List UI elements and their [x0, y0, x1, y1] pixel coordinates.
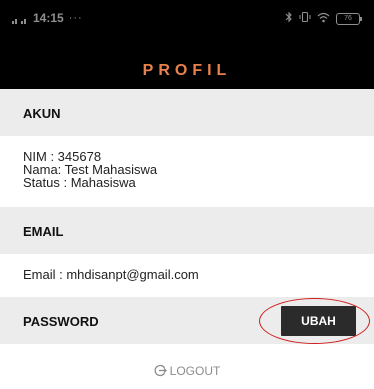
ubah-password-button[interactable]: UBAH [281, 306, 356, 336]
status-right: 76 [285, 11, 362, 26]
email-section-header: EMAIL [0, 207, 374, 254]
battery-icon: 76 [336, 12, 362, 25]
profile-screen: 14:15 ··· 76 PROFIL AKUN NIM: 345678 Na… [0, 0, 374, 389]
page-title: PROFIL [142, 62, 232, 79]
email-heading: EMAIL [23, 224, 64, 239]
status-text: Status : Mahasiswa [23, 175, 136, 190]
logout-button[interactable]: LOGOUT [0, 364, 374, 378]
logout-label: LOGOUT [169, 364, 221, 378]
status-bar: 14:15 ··· 76 [0, 0, 374, 40]
vibrate-icon [299, 11, 311, 26]
app-header: 14:15 ··· 76 PROFIL [0, 0, 374, 89]
password-heading: PASSWORD [23, 314, 99, 329]
signal-icon [12, 13, 28, 24]
akun-section-header: AKUN [0, 89, 374, 136]
status-more-dots: ··· [68, 12, 83, 24]
akun-info: NIM : 345678 Nama: Test Mahasiswa Status… [23, 150, 157, 189]
email-text: Email : mhdisanpt@gmail.com [23, 267, 199, 282]
logout-icon [154, 364, 167, 378]
signal-bars-icon [12, 18, 26, 24]
akun-heading: AKUN [23, 106, 61, 121]
wifi-icon [317, 12, 330, 26]
bluetooth-icon [285, 11, 293, 26]
status-time: 14:15 [33, 11, 64, 25]
status-left: 14:15 ··· [12, 11, 83, 25]
